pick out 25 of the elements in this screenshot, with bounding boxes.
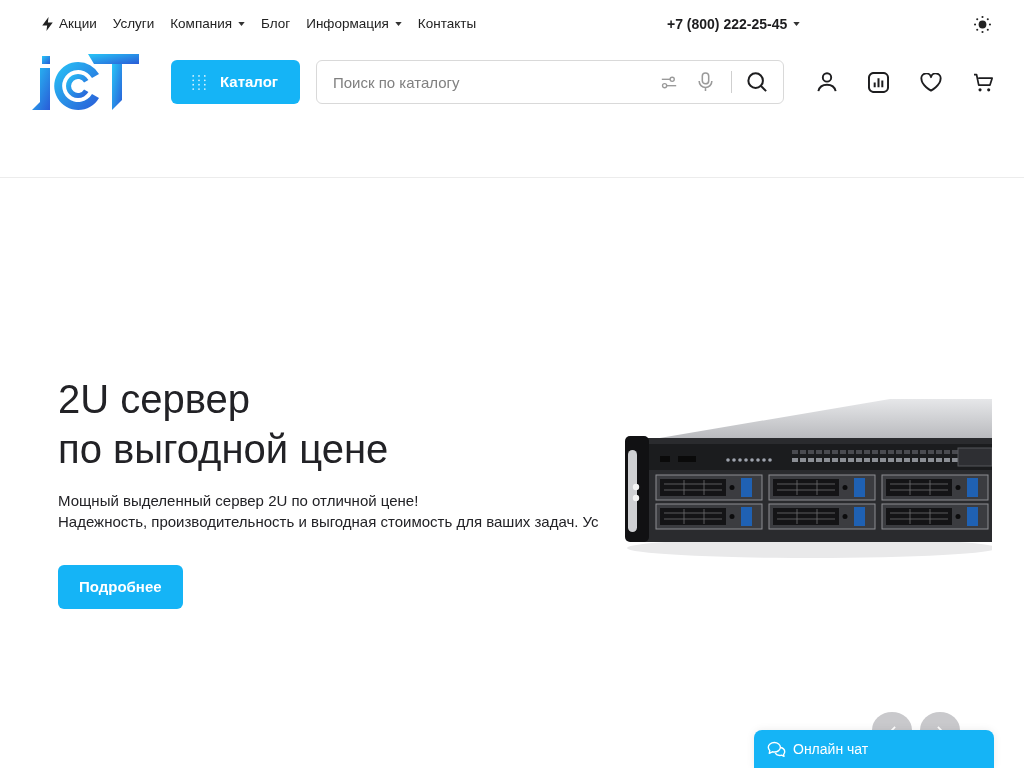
nav-link[interactable]: Информация	[306, 13, 402, 35]
hero-title: 2U сервер по выгодной цене	[58, 376, 389, 473]
search-icon[interactable]	[747, 72, 767, 92]
grid-icon	[192, 74, 206, 90]
sliders-icon[interactable]	[661, 75, 677, 89]
user-icon[interactable]	[817, 72, 837, 92]
chevron-left-icon	[888, 726, 896, 730]
hero-description: Мощный выделенный сервер 2U по отличной цене! Надежность, производительность и выгодная стоимость для ваших задач. Ус	[58, 491, 599, 532]
nav-link[interactable]: Услуги	[112, 13, 155, 35]
nav-link[interactable]: Контакты	[417, 13, 477, 35]
nav-link[interactable]: Блог	[261, 13, 291, 35]
microphone-icon[interactable]	[698, 72, 713, 92]
nav-link[interactable]: Компания	[170, 13, 246, 35]
cart-icon[interactable]	[973, 72, 994, 92]
logo[interactable]	[32, 54, 139, 110]
search-bar[interactable]: Поиск по каталогу	[316, 60, 784, 104]
chevron-right-icon	[936, 726, 944, 730]
nav-link[interactable]: Акции	[42, 13, 97, 35]
search-field[interactable]: Поиск по каталогу	[333, 61, 651, 103]
sun-icon[interactable]	[974, 15, 991, 33]
bar-chart-icon[interactable]	[868, 71, 889, 93]
chat-icon	[767, 741, 786, 757]
lightning-icon	[42, 17, 53, 31]
phone-link[interactable]: +7 (800) 222-25-45	[667, 13, 788, 35]
heart-icon[interactable]	[920, 72, 942, 92]
